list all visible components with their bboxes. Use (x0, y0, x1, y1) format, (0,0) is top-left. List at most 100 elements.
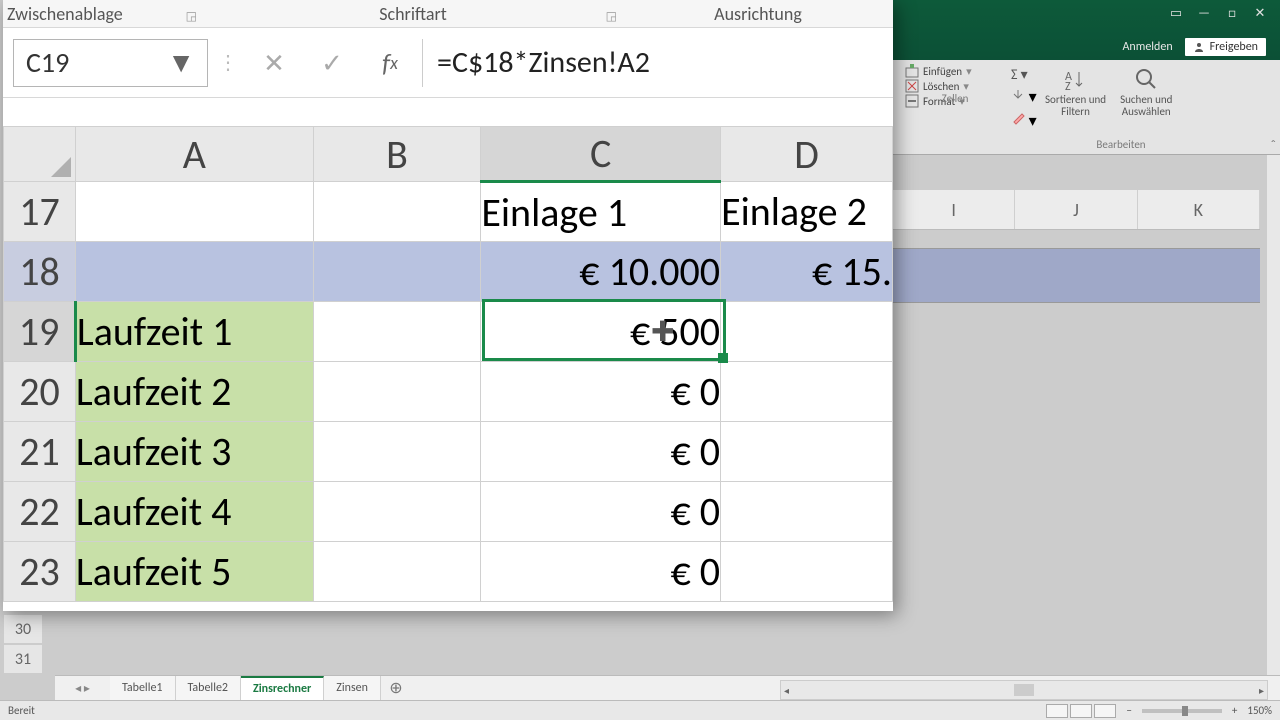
cancel-formula-button[interactable]: ✕ (248, 39, 300, 87)
add-sheet-button[interactable]: ⊕ (381, 676, 411, 700)
cell-a21[interactable]: Laufzeit 3 (75, 422, 313, 482)
ribbon-right: Einfügen ▾ Löschen ▾ Format ▾ Zellen Σ ▾… (893, 60, 1280, 155)
cell-b23[interactable] (313, 542, 481, 602)
edit-group-label: Bearbeiten (1031, 138, 1211, 151)
tab-zinsen[interactable]: Zinsen (324, 676, 381, 700)
share-button[interactable]: Freigeben (1185, 38, 1266, 56)
row-header-22[interactable]: 22 (4, 482, 76, 542)
cell-a17[interactable] (75, 182, 313, 242)
horizontal-scrollbar[interactable]: ◂▸ (780, 680, 1268, 700)
fill-icon (1011, 88, 1025, 102)
col-header-b[interactable]: B (313, 127, 481, 182)
cell-c21[interactable]: € 0 (481, 422, 721, 482)
row-header-19[interactable]: 19 (4, 302, 76, 362)
alignment-group-label: Ausrichtung (714, 3, 802, 25)
cell-d17[interactable]: Einlage 2 (721, 182, 893, 242)
clipboard-launcher-icon[interactable]: ◲ (186, 9, 197, 24)
cell-a18[interactable] (75, 242, 313, 302)
tab-zinsrechner[interactable]: Zinsrechner (241, 676, 324, 700)
view-layout-button[interactable] (1070, 704, 1092, 718)
svg-text:Z: Z (1065, 80, 1071, 92)
zoom-in-button[interactable]: + (1232, 704, 1237, 717)
autosum-button[interactable]: Σ ▾ (1011, 66, 1037, 83)
close-icon[interactable]: ✕ (1246, 4, 1274, 22)
maximize-icon[interactable]: □ (1218, 4, 1246, 22)
cell-d21[interactable] (721, 422, 893, 482)
font-group-label: Schriftart (379, 3, 447, 25)
cell-a22[interactable]: Laufzeit 4 (75, 482, 313, 542)
namebox-dropdown-icon[interactable]: ▼ (167, 45, 195, 80)
accept-formula-button[interactable]: ✓ (306, 39, 358, 87)
cell-c19[interactable]: € 500 (481, 302, 721, 362)
zoom-out-button[interactable]: − (1126, 704, 1131, 717)
col-header-k[interactable]: K (1138, 190, 1260, 229)
col-header-a[interactable]: A (75, 127, 313, 182)
insert-cells-button[interactable]: Einfügen ▾ (905, 64, 972, 78)
status-ready: Bereit (8, 704, 35, 717)
clear-icon (1011, 112, 1025, 126)
cell-b22[interactable] (313, 482, 481, 542)
vertical-scrollbar[interactable] (1266, 155, 1280, 675)
formula-separator: ⋮ (214, 50, 242, 75)
cell-c23[interactable]: € 0 (481, 542, 721, 602)
share-icon (1193, 41, 1205, 53)
zoom-level[interactable]: 150% (1247, 704, 1272, 717)
sheet-nav[interactable]: ◂ ▸ (55, 676, 110, 700)
cell-cursor-icon: ✚ (651, 314, 674, 349)
row-header-18[interactable]: 18 (4, 242, 76, 302)
minimize-icon[interactable]: — (1190, 4, 1218, 22)
cells-group-label: Zellen (905, 92, 1005, 105)
row-header-30[interactable]: 30 (3, 614, 43, 644)
font-launcher-icon[interactable]: ◲ (606, 9, 617, 24)
find-select-button[interactable]: Suchen und Auswählen (1120, 66, 1172, 117)
name-box[interactable]: C19 ▼ (13, 39, 208, 87)
cell-b20[interactable] (313, 362, 481, 422)
tab-tabelle2[interactable]: Tabelle2 (176, 676, 242, 700)
find-icon (1133, 66, 1159, 92)
ribbon-options-icon[interactable]: ▭ (1162, 4, 1190, 22)
col-header-c[interactable]: C (481, 127, 721, 182)
cell-a19[interactable]: Laufzeit 1 (75, 302, 313, 362)
cell-c17[interactable]: Einlage 1 (481, 182, 721, 242)
delete-cells-button[interactable]: Löschen ▾ (905, 79, 969, 93)
cell-d20[interactable] (721, 362, 893, 422)
zoom-slider[interactable] (1142, 709, 1222, 713)
cell-a23[interactable]: Laufzeit 5 (75, 542, 313, 602)
view-normal-button[interactable] (1046, 704, 1068, 718)
row-header-20[interactable]: 20 (4, 362, 76, 422)
insert-icon (905, 64, 919, 78)
col-header-j[interactable]: J (1015, 190, 1137, 229)
sort-filter-button[interactable]: AZ Sortieren und Filtern (1045, 66, 1106, 117)
clipboard-group-label: Zwischenablage (7, 3, 123, 25)
fx-icon[interactable]: fx (364, 47, 416, 79)
signin-link[interactable]: Anmelden (1122, 40, 1172, 54)
sort-filter-icon: AZ (1063, 66, 1089, 92)
clear-button[interactable]: ▾ (1011, 111, 1037, 131)
cell-b19[interactable] (313, 302, 481, 362)
cell-b21[interactable] (313, 422, 481, 482)
col-header-i[interactable]: I (893, 190, 1015, 229)
cell-d18[interactable]: € 15. (721, 242, 893, 302)
formula-bar[interactable]: =C$18*Zinsen!A2 (422, 39, 893, 87)
cell-b17[interactable] (313, 182, 481, 242)
cell-c20[interactable]: € 0 (481, 362, 721, 422)
cell-d19[interactable] (721, 302, 893, 362)
select-all-corner[interactable] (4, 127, 76, 182)
view-break-button[interactable] (1094, 704, 1116, 718)
row-header-17[interactable]: 17 (4, 182, 76, 242)
cell-a20[interactable]: Laufzeit 2 (75, 362, 313, 422)
fill-button[interactable]: ▾ (1011, 87, 1037, 107)
tab-tabelle1[interactable]: Tabelle1 (110, 676, 176, 700)
row-header-31[interactable]: 31 (3, 644, 43, 674)
cell-c22[interactable]: € 0 (481, 482, 721, 542)
delete-icon (905, 79, 919, 93)
cell-c18[interactable]: € 10.000 (481, 242, 721, 302)
cell-d23[interactable] (721, 542, 893, 602)
row-header-23[interactable]: 23 (4, 542, 76, 602)
bg-row18-highlight (893, 248, 1260, 303)
cell-b18[interactable] (313, 242, 481, 302)
row-header-21[interactable]: 21 (4, 422, 76, 482)
collapse-ribbon-icon[interactable]: ˆ (1270, 137, 1276, 154)
col-header-d[interactable]: D (721, 127, 893, 182)
cell-d22[interactable] (721, 482, 893, 542)
